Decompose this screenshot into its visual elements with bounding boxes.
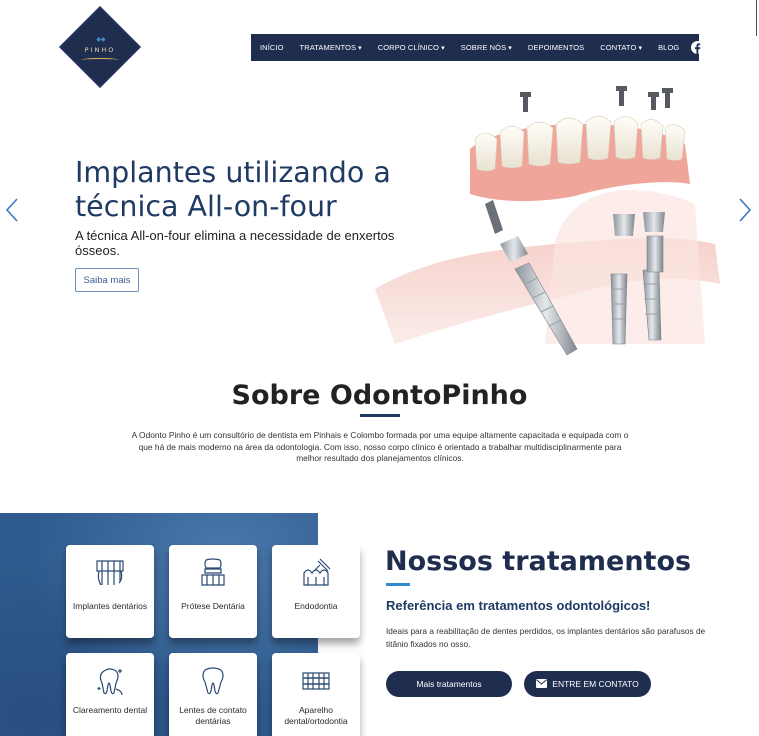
card-label: Aparelho dental/ortodontia (284, 705, 348, 726)
tooth-icon (197, 665, 229, 697)
carousel-prev-arrow-icon[interactable] (4, 196, 20, 224)
card-protese-dentaria[interactable]: Prótese Dentária (169, 545, 257, 638)
logo-text: PINHO (84, 46, 116, 54)
nav-item-corpo-clinico[interactable]: CORPO CLÍNICO (378, 43, 445, 52)
card-label: Prótese Dentária (181, 601, 245, 611)
logo-swoosh (81, 58, 119, 62)
nav-item-contato[interactable]: CONTATO (600, 43, 642, 52)
entre-em-contato-label: ENTRE EM CONTATO (552, 679, 639, 689)
site-logo[interactable]: ◆◆ PINHO (58, 5, 142, 89)
about-title-underline (360, 414, 400, 417)
whitening-icon (94, 665, 126, 697)
hero-title: Implantes utilizando a técnica All-on-fo… (75, 156, 391, 223)
braces-icon (300, 665, 332, 697)
prosthesis-icon (197, 557, 229, 589)
page: { "brand": {"logo_text": "PINHO"}, "nav"… (0, 0, 759, 736)
envelope-icon (536, 678, 548, 690)
mais-tratamentos-button[interactable]: Mais tratamentos (386, 671, 512, 697)
nav-item-blog[interactable]: BLOG (658, 43, 679, 52)
treatments-text: Ideais para a reabilitação de dentes per… (386, 626, 706, 649)
card-endodontia[interactable]: Endodontia (272, 545, 360, 638)
treatments-title: Nossos tratamentos (385, 546, 692, 577)
nav-item-tratamentos[interactable]: TRATAMENTOS (300, 43, 362, 52)
card-clareamento-dental[interactable]: Clareamento dental (66, 653, 154, 736)
main-nav: INÍCIO TRATAMENTOS CORPO CLÍNICO SOBRE N… (251, 34, 725, 61)
card-label: Lentes de contato dentárias (179, 705, 247, 726)
card-label: Implantes dentários (72, 601, 148, 611)
nav-item-inicio[interactable]: INÍCIO (260, 43, 284, 52)
card-implantes-dentarios[interactable]: Implantes dentários (66, 545, 154, 638)
nav-item-depoimentos[interactable]: DEPOIMENTOS (528, 43, 584, 52)
card-label: Endodontia (294, 601, 338, 611)
logo-emblem-icon: ◆◆ (96, 37, 106, 43)
treatments-blue-panel (0, 513, 318, 736)
card-lentes-de-contato[interactable]: Lentes de contato dentárias (169, 653, 257, 736)
instagram-icon[interactable] (712, 41, 725, 54)
about-title: Sobre OdontoPinho (231, 380, 528, 411)
card-label: Clareamento dental (72, 705, 148, 715)
saiba-mais-button[interactable]: Saiba mais (75, 268, 139, 292)
social-links (691, 41, 725, 54)
hero-subtitle: A técnica All-on-four elimina a necessid… (75, 228, 395, 258)
nav-item-sobre-nos[interactable]: SOBRE NÓS (461, 43, 512, 52)
endodontics-icon (300, 557, 332, 589)
hero-implant-illustration (375, 84, 735, 364)
card-aparelho-dental[interactable]: Aparelho dental/ortodontia (272, 653, 360, 736)
scrollbar-edge (756, 0, 757, 36)
entre-em-contato-button[interactable]: ENTRE EM CONTATO (524, 671, 651, 697)
treatments-title-underline (386, 583, 410, 586)
treatments-subtitle: Referência em tratamentos odontológicos! (386, 598, 651, 613)
facebook-icon[interactable] (691, 41, 705, 54)
about-text: A Odonto Pinho é um consultório de denti… (131, 430, 629, 463)
carousel-next-arrow-icon[interactable] (737, 196, 753, 224)
implant-icon (94, 557, 126, 589)
mais-tratamentos-label: Mais tratamentos (416, 679, 482, 689)
